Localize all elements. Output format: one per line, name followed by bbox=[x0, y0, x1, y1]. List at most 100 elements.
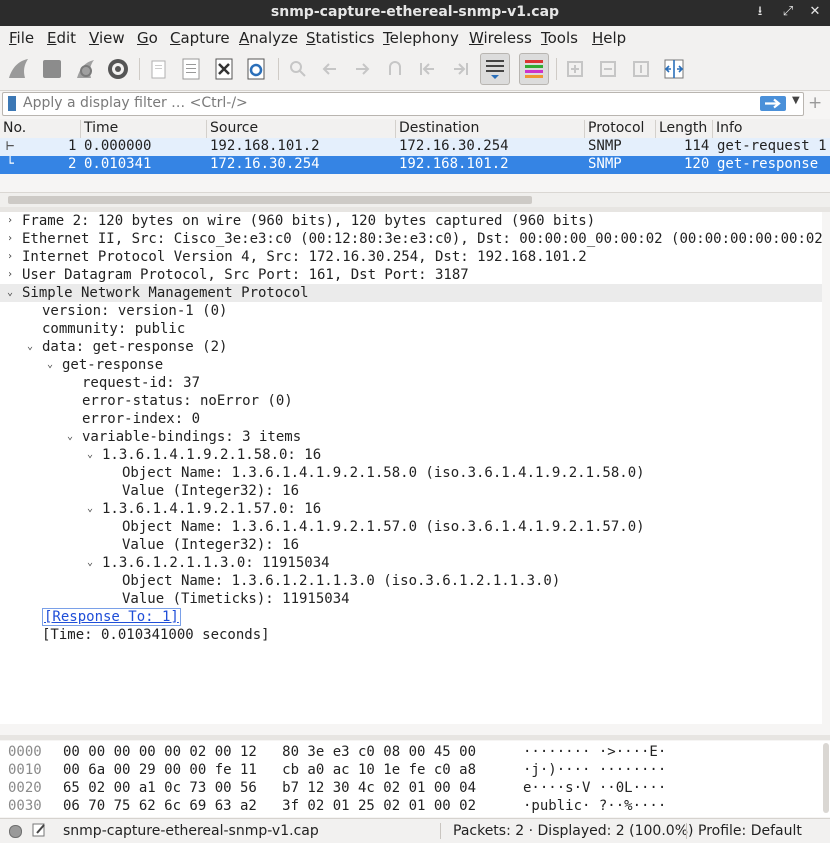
menu-wireless[interactable]: Wireless bbox=[469, 29, 532, 47]
normal-size-icon[interactable] bbox=[627, 55, 655, 83]
detail-tree-item[interactable]: Value (Timeticks): 11915034 bbox=[0, 590, 830, 608]
detail-tree-item[interactable]: ⌄ variable-bindings: 3 items bbox=[0, 428, 830, 446]
detail-tree-item[interactable]: Object Name: 1.3.6.1.2.1.1.3.0 (iso.3.6.… bbox=[0, 572, 830, 590]
detail-tree-item[interactable]: request-id: 37 bbox=[0, 374, 830, 392]
menu-telephony[interactable]: Telephony bbox=[383, 29, 459, 47]
back-arrow-icon[interactable] bbox=[316, 55, 344, 83]
detail-tree-item[interactable]: ⌄ 1.3.6.1.4.1.9.2.1.57.0: 16 bbox=[0, 500, 830, 518]
collapse-arrow-icon[interactable]: ⌄ bbox=[24, 338, 36, 356]
detail-tree-item[interactable]: Value (Integer32): 16 bbox=[0, 536, 830, 554]
display-filter-input[interactable] bbox=[23, 94, 723, 112]
menu-file[interactable]: File bbox=[9, 29, 34, 47]
file-set-icon[interactable] bbox=[177, 55, 205, 83]
collapse-arrow-icon[interactable]: ⌄ bbox=[84, 554, 96, 572]
expand-arrow-icon[interactable]: › bbox=[4, 266, 16, 284]
detail-tree-text[interactable]: [Response To: 1] bbox=[42, 608, 181, 626]
column-destination[interactable]: Destination bbox=[395, 120, 584, 138]
bookmark-icon[interactable] bbox=[8, 96, 16, 111]
detail-tree-item[interactable]: ⌄ 1.3.6.1.2.1.1.3.0: 11915034 bbox=[0, 554, 830, 572]
collapse-arrow-icon[interactable]: ⌄ bbox=[4, 284, 16, 302]
collapse-arrow-icon[interactable]: ⌄ bbox=[64, 428, 76, 446]
jump-icon[interactable] bbox=[381, 55, 409, 83]
detail-tree-label: Value (Timeticks): 11915034 bbox=[122, 590, 350, 608]
detail-tree-item[interactable]: error-index: 0 bbox=[0, 410, 830, 428]
detail-tree-text: get-response bbox=[62, 357, 164, 373]
detail-tree-item[interactable]: ⌄ get-response bbox=[0, 356, 830, 374]
forward-arrow-icon[interactable] bbox=[348, 55, 376, 83]
menu-tools[interactable]: Tools bbox=[541, 29, 578, 47]
detail-tree-item[interactable]: Value (Integer32): 16 bbox=[0, 482, 830, 500]
detail-tree-item[interactable]: › Ethernet II, Src: Cisco_3e:e3:c0 (00:12… bbox=[0, 230, 830, 248]
column-no[interactable]: No. bbox=[0, 120, 81, 138]
search-icon[interactable] bbox=[284, 55, 312, 83]
detail-tree-item[interactable]: › Internet Protocol Version 4, Src: 172.1… bbox=[0, 248, 830, 266]
maximize-icon[interactable]: ⤢ bbox=[779, 3, 797, 21]
bytes-row[interactable]: 0020 65 02 00 a1 0c 73 00 56 b7 12 30 4c … bbox=[0, 779, 820, 797]
filter-history-dropdown-icon[interactable]: ▼ bbox=[792, 95, 800, 106]
first-packet-icon[interactable] bbox=[414, 55, 442, 83]
restart-icon[interactable] bbox=[72, 55, 100, 83]
menu-statistics[interactable]: Statistics bbox=[306, 29, 375, 47]
column-source[interactable]: Source bbox=[206, 120, 395, 138]
detail-tree-item[interactable]: Object Name: 1.3.6.1.4.1.9.2.1.58.0 (iso… bbox=[0, 464, 830, 482]
column-time[interactable]: Time bbox=[80, 120, 206, 138]
detail-tree-item[interactable]: [Response To: 1] bbox=[0, 608, 830, 626]
menu-analyze[interactable]: Analyze bbox=[239, 29, 298, 47]
menu-help[interactable]: Help bbox=[592, 29, 626, 47]
reload-icon[interactable] bbox=[242, 55, 270, 83]
collapse-arrow-icon[interactable]: ⌄ bbox=[44, 356, 56, 374]
response-to-link[interactable]: [Response To: 1] bbox=[42, 608, 181, 626]
open-file-icon[interactable] bbox=[145, 55, 173, 83]
detail-tree-item[interactable]: [Time: 0.010341000 seconds] bbox=[0, 626, 830, 644]
detail-tree-item[interactable]: ⌄ data: get-response (2) bbox=[0, 338, 830, 356]
column-protocol[interactable]: Protocol bbox=[584, 120, 655, 138]
close-file-icon[interactable] bbox=[210, 55, 238, 83]
close-window-icon[interactable]: ✕ bbox=[806, 3, 824, 21]
expand-arrow-icon[interactable]: › bbox=[4, 230, 16, 248]
status-filename: snmp-capture-ethereal-snmp-v1.cap bbox=[63, 823, 319, 839]
status-profile[interactable]: Profile: Default bbox=[698, 823, 802, 839]
colorize-icon[interactable] bbox=[519, 53, 549, 85]
shark-fin-start-icon[interactable] bbox=[5, 55, 33, 83]
autoscroll-icon[interactable] bbox=[480, 53, 510, 85]
stop-square-icon[interactable] bbox=[38, 55, 66, 83]
bytes-scrollbar[interactable] bbox=[823, 743, 829, 813]
detail-tree-item[interactable]: ⌄ 1.3.6.1.4.1.9.2.1.58.0: 16 bbox=[0, 446, 830, 464]
detail-tree-item[interactable]: error-status: noError (0) bbox=[0, 392, 830, 410]
column-length[interactable]: Length bbox=[655, 120, 712, 138]
gear-options-icon[interactable] bbox=[104, 55, 132, 83]
apply-filter-arrow-icon[interactable] bbox=[760, 96, 786, 111]
expand-arrow-icon[interactable]: › bbox=[4, 248, 16, 266]
bytes-row[interactable]: 0030 06 70 75 62 6c 69 63 a2 3f 02 01 25 … bbox=[0, 797, 820, 815]
expand-arrow-icon[interactable]: › bbox=[4, 212, 16, 230]
zoom-out-icon[interactable] bbox=[594, 55, 622, 83]
detail-tree-item[interactable]: community: public bbox=[0, 320, 830, 338]
capture-comment-icon[interactable] bbox=[31, 822, 47, 842]
bytes-row[interactable]: 0010 00 6a 00 29 00 00 fe 11 cb a0 ac 10 … bbox=[0, 761, 820, 779]
menu-view[interactable]: View bbox=[89, 29, 125, 47]
menu-capture[interactable]: Capture bbox=[170, 29, 230, 47]
add-filter-button-icon[interactable]: + bbox=[808, 93, 822, 113]
scrollbar-thumb[interactable] bbox=[8, 196, 532, 204]
detail-tree-item[interactable]: version: version-1 (0) bbox=[0, 302, 830, 320]
bytes-row[interactable]: 0000 00 00 00 00 00 02 00 12 80 3e e3 c0 … bbox=[0, 743, 820, 761]
pane-splitter[interactable] bbox=[0, 735, 830, 740]
column-info[interactable]: Info bbox=[712, 120, 830, 138]
detail-tree-item[interactable]: ⌄ Simple Network Management Protocol bbox=[0, 284, 830, 302]
zoom-in-icon[interactable] bbox=[561, 55, 589, 83]
collapse-arrow-icon[interactable]: ⌄ bbox=[84, 446, 96, 464]
detail-tree-item[interactable]: › User Datagram Protocol, Src Port: 161, … bbox=[0, 266, 830, 284]
minimize-icon[interactable]: ⭳ bbox=[751, 3, 769, 21]
last-packet-icon[interactable] bbox=[446, 55, 474, 83]
resize-columns-icon[interactable] bbox=[660, 55, 688, 83]
packet-row[interactable]: ⊢ 1 0.000000 192.168.101.2 172.16.30.254… bbox=[0, 138, 830, 156]
collapse-arrow-icon[interactable]: ⌄ bbox=[84, 500, 96, 518]
expert-info-led-icon[interactable] bbox=[9, 825, 22, 838]
menu-edit[interactable]: Edit bbox=[47, 29, 76, 47]
details-vscrollbar[interactable] bbox=[822, 212, 830, 724]
detail-tree-item[interactable]: › Frame 2: 120 bytes on wire (960 bits), … bbox=[0, 212, 830, 230]
detail-tree-item[interactable]: Object Name: 1.3.6.1.4.1.9.2.1.57.0 (iso… bbox=[0, 518, 830, 536]
packet-row-selected[interactable]: └ 2 0.010341 172.16.30.254 192.168.101.2… bbox=[0, 156, 830, 174]
packet-list-hscrollbar[interactable] bbox=[0, 192, 830, 207]
menu-go[interactable]: Go bbox=[137, 29, 158, 47]
